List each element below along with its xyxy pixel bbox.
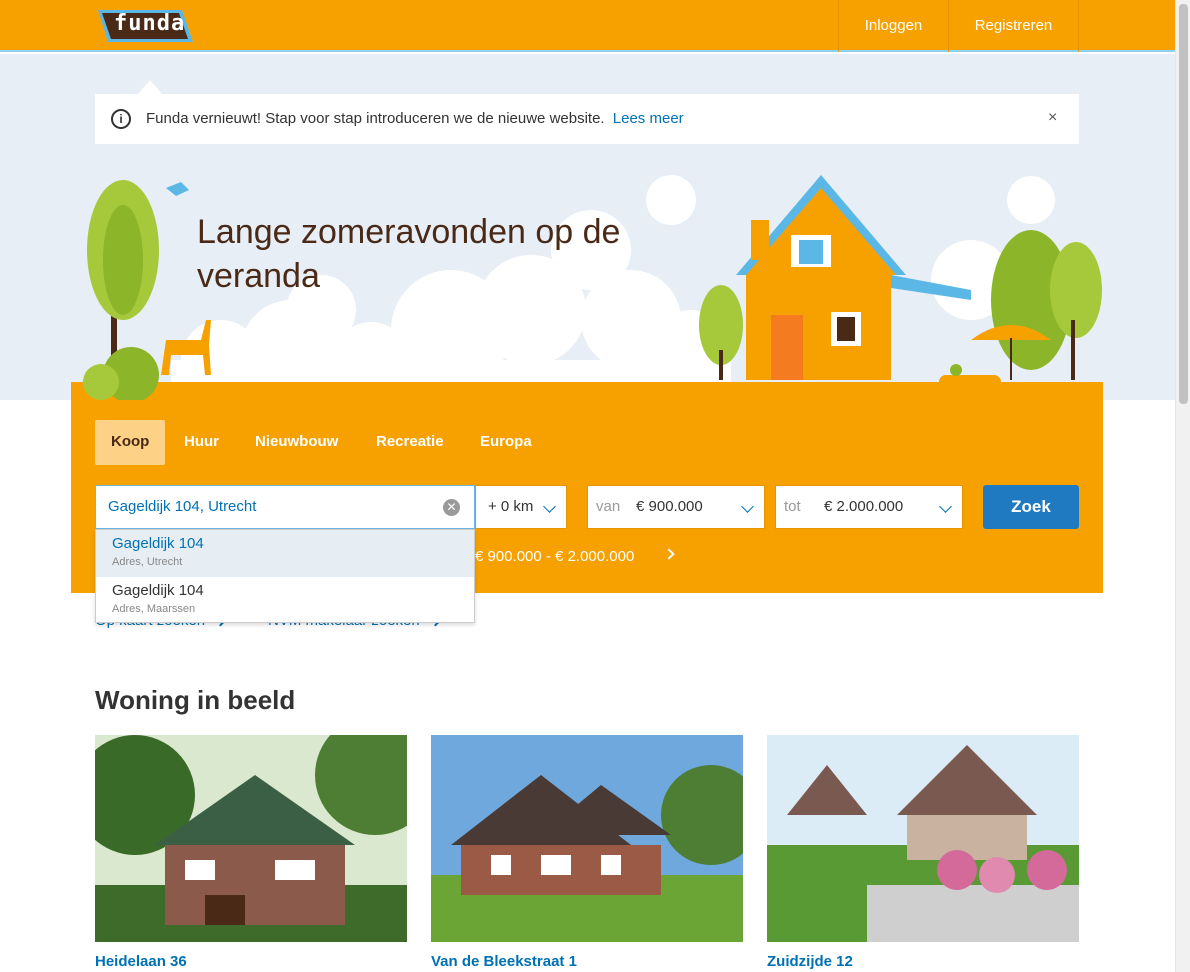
tab-recreatie[interactable]: Recreatie bbox=[360, 420, 460, 465]
scrollbar-thumb[interactable] bbox=[1179, 4, 1188, 404]
property-photo[interactable] bbox=[95, 735, 407, 942]
chevron-down-icon bbox=[741, 500, 754, 513]
price-from-select[interactable]: van € 900.000 bbox=[587, 485, 765, 529]
clear-icon[interactable]: ✕ bbox=[443, 499, 460, 516]
funda-logo[interactable]: funda bbox=[96, 8, 194, 44]
search-button[interactable]: Zoek bbox=[983, 485, 1079, 529]
tab-nieuwbouw[interactable]: Nieuwbouw bbox=[239, 420, 354, 465]
page-scrollbar[interactable] bbox=[1175, 0, 1190, 972]
notice-text: Funda vernieuwt! Stap voor stap introduc… bbox=[146, 110, 684, 127]
property-title-link[interactable]: Van de Bleekstraat 1 bbox=[431, 953, 577, 970]
notice-banner: i Funda vernieuwt! Stap voor stap introd… bbox=[95, 94, 1079, 144]
login-button[interactable]: Inloggen bbox=[838, 0, 948, 52]
close-icon[interactable]: × bbox=[1048, 109, 1057, 127]
autocomplete-option[interactable]: Gageldijk 104 Adres, Maarssen bbox=[96, 577, 474, 624]
location-input[interactable]: Gageldijk 104, Utrecht ✕ bbox=[95, 485, 475, 529]
info-icon: i bbox=[111, 109, 131, 129]
price-from-label: van bbox=[596, 498, 621, 515]
property-title-link[interactable]: Heidelaan 36 bbox=[95, 953, 187, 970]
price-from-value: € 900.000 bbox=[636, 498, 703, 515]
radius-select[interactable]: + 0 km bbox=[475, 485, 567, 529]
autocomplete-dropdown: Gageldijk 104 Adres, Utrecht Gageldijk 1… bbox=[95, 529, 475, 623]
tab-koop[interactable]: Koop bbox=[95, 420, 166, 465]
notice-caret bbox=[138, 80, 162, 94]
autocomplete-option[interactable]: Gageldijk 104 Adres, Utrecht bbox=[96, 530, 474, 577]
register-button[interactable]: Registreren bbox=[948, 0, 1079, 52]
chevron-down-icon bbox=[939, 500, 952, 513]
chevron-right-icon bbox=[663, 548, 675, 560]
chevron-down-icon bbox=[543, 500, 556, 513]
section-title: Woning in beeld bbox=[95, 685, 296, 715]
option-title: Gageldijk 104 bbox=[112, 582, 204, 599]
location-input-value: Gageldijk 104, Utrecht bbox=[108, 498, 257, 515]
search-summary[interactable]: € 900.000 - € 2.000.000 bbox=[475, 548, 634, 565]
property-photo[interactable] bbox=[767, 735, 1079, 942]
tab-europa[interactable]: Europa bbox=[464, 420, 548, 465]
site-header: funda Inloggen Registreren bbox=[0, 0, 1175, 52]
option-subtitle: Adres, Maarssen bbox=[112, 603, 196, 615]
price-to-value: € 2.000.000 bbox=[824, 498, 904, 515]
read-more-link[interactable]: Lees meer bbox=[613, 110, 684, 127]
price-to-select[interactable]: tot € 2.000.000 bbox=[775, 485, 963, 529]
tab-huur[interactable]: Huur bbox=[168, 420, 235, 465]
radius-value: + 0 km bbox=[488, 498, 534, 515]
property-photo[interactable] bbox=[431, 735, 743, 942]
logo-text: funda bbox=[114, 11, 186, 36]
notice-message: Funda vernieuwt! Stap voor stap introduc… bbox=[146, 110, 605, 127]
option-title: Gageldijk 104 bbox=[112, 535, 204, 552]
hero-title: Lange zomeravonden op de veranda bbox=[197, 213, 621, 295]
price-to-label: tot bbox=[784, 498, 801, 515]
option-subtitle: Adres, Utrecht bbox=[112, 556, 183, 568]
property-title-link[interactable]: Zuidzijde 12 bbox=[767, 953, 853, 970]
